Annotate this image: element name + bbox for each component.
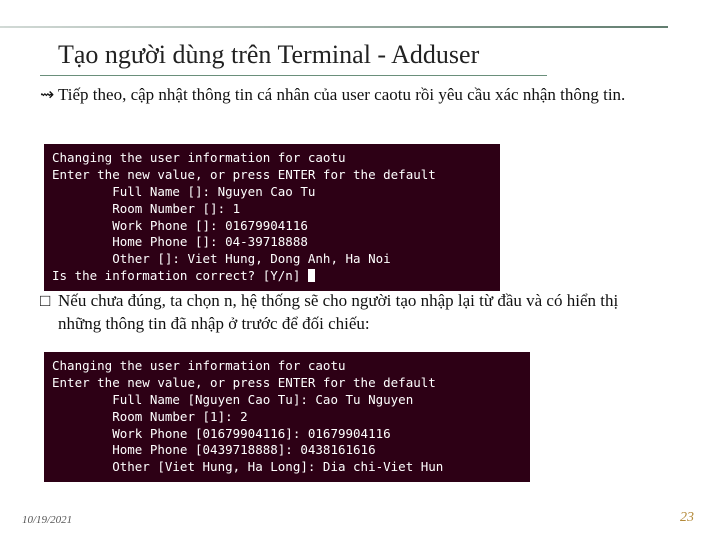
top-accent-line <box>0 26 668 28</box>
term2-line4: Room Number [1]: 2 <box>52 409 248 424</box>
footer-date: 10/19/2021 <box>22 514 72 526</box>
title-underline <box>40 75 547 76</box>
term2-line5: Work Phone [01679904116]: 01679904116 <box>52 426 391 441</box>
term2-line1: Changing the user information for caotu <box>52 358 346 373</box>
body-para1: ⇝Tiếp theo, cập nhật thông tin cá nhân c… <box>40 84 680 113</box>
term1-line1: Changing the user information for caotu <box>52 150 346 165</box>
cursor-icon <box>308 269 315 282</box>
term1-line2: Enter the new value, or press ENTER for … <box>52 167 436 182</box>
terminal-block-1: Changing the user information for caotu … <box>44 144 500 291</box>
para2-text: Nếu chưa đúng, ta chọn n, hệ thống sẽ ch… <box>58 290 658 336</box>
terminal-block-2: Changing the user information for caotu … <box>44 352 530 482</box>
term1-line6: Home Phone []: 04-39718888 <box>52 234 308 249</box>
term2-line6: Home Phone [0439718888]: 0438161616 <box>52 442 376 457</box>
term1-line4: Room Number []: 1 <box>52 201 240 216</box>
body-para2: □Nếu chưa đúng, ta chọn n, hệ thống sẽ c… <box>40 290 680 342</box>
slide-title: Tạo người dùng trên Terminal - Adduser <box>58 40 479 70</box>
term1-line8: Is the information correct? [Y/n] <box>52 268 308 283</box>
bullet-square-icon: □ <box>40 290 58 313</box>
term1-line3: Full Name []: Nguyen Cao Tu <box>52 184 315 199</box>
term1-line7: Other []: Viet Hung, Dong Anh, Ha Noi <box>52 251 391 266</box>
term1-line5: Work Phone []: 01679904116 <box>52 218 308 233</box>
para1-text: Tiếp theo, cập nhật thông tin cá nhân củ… <box>58 84 658 107</box>
slide: Tạo người dùng trên Terminal - Adduser ⇝… <box>0 0 720 540</box>
bullet-icon: ⇝ <box>40 84 58 107</box>
term2-line2: Enter the new value, or press ENTER for … <box>52 375 436 390</box>
term2-line3: Full Name [Nguyen Cao Tu]: Cao Tu Nguyen <box>52 392 413 407</box>
footer-page-number: 23 <box>680 510 694 526</box>
term2-line7: Other [Viet Hung, Ha Long]: Dia chi-Viet… <box>52 459 443 474</box>
